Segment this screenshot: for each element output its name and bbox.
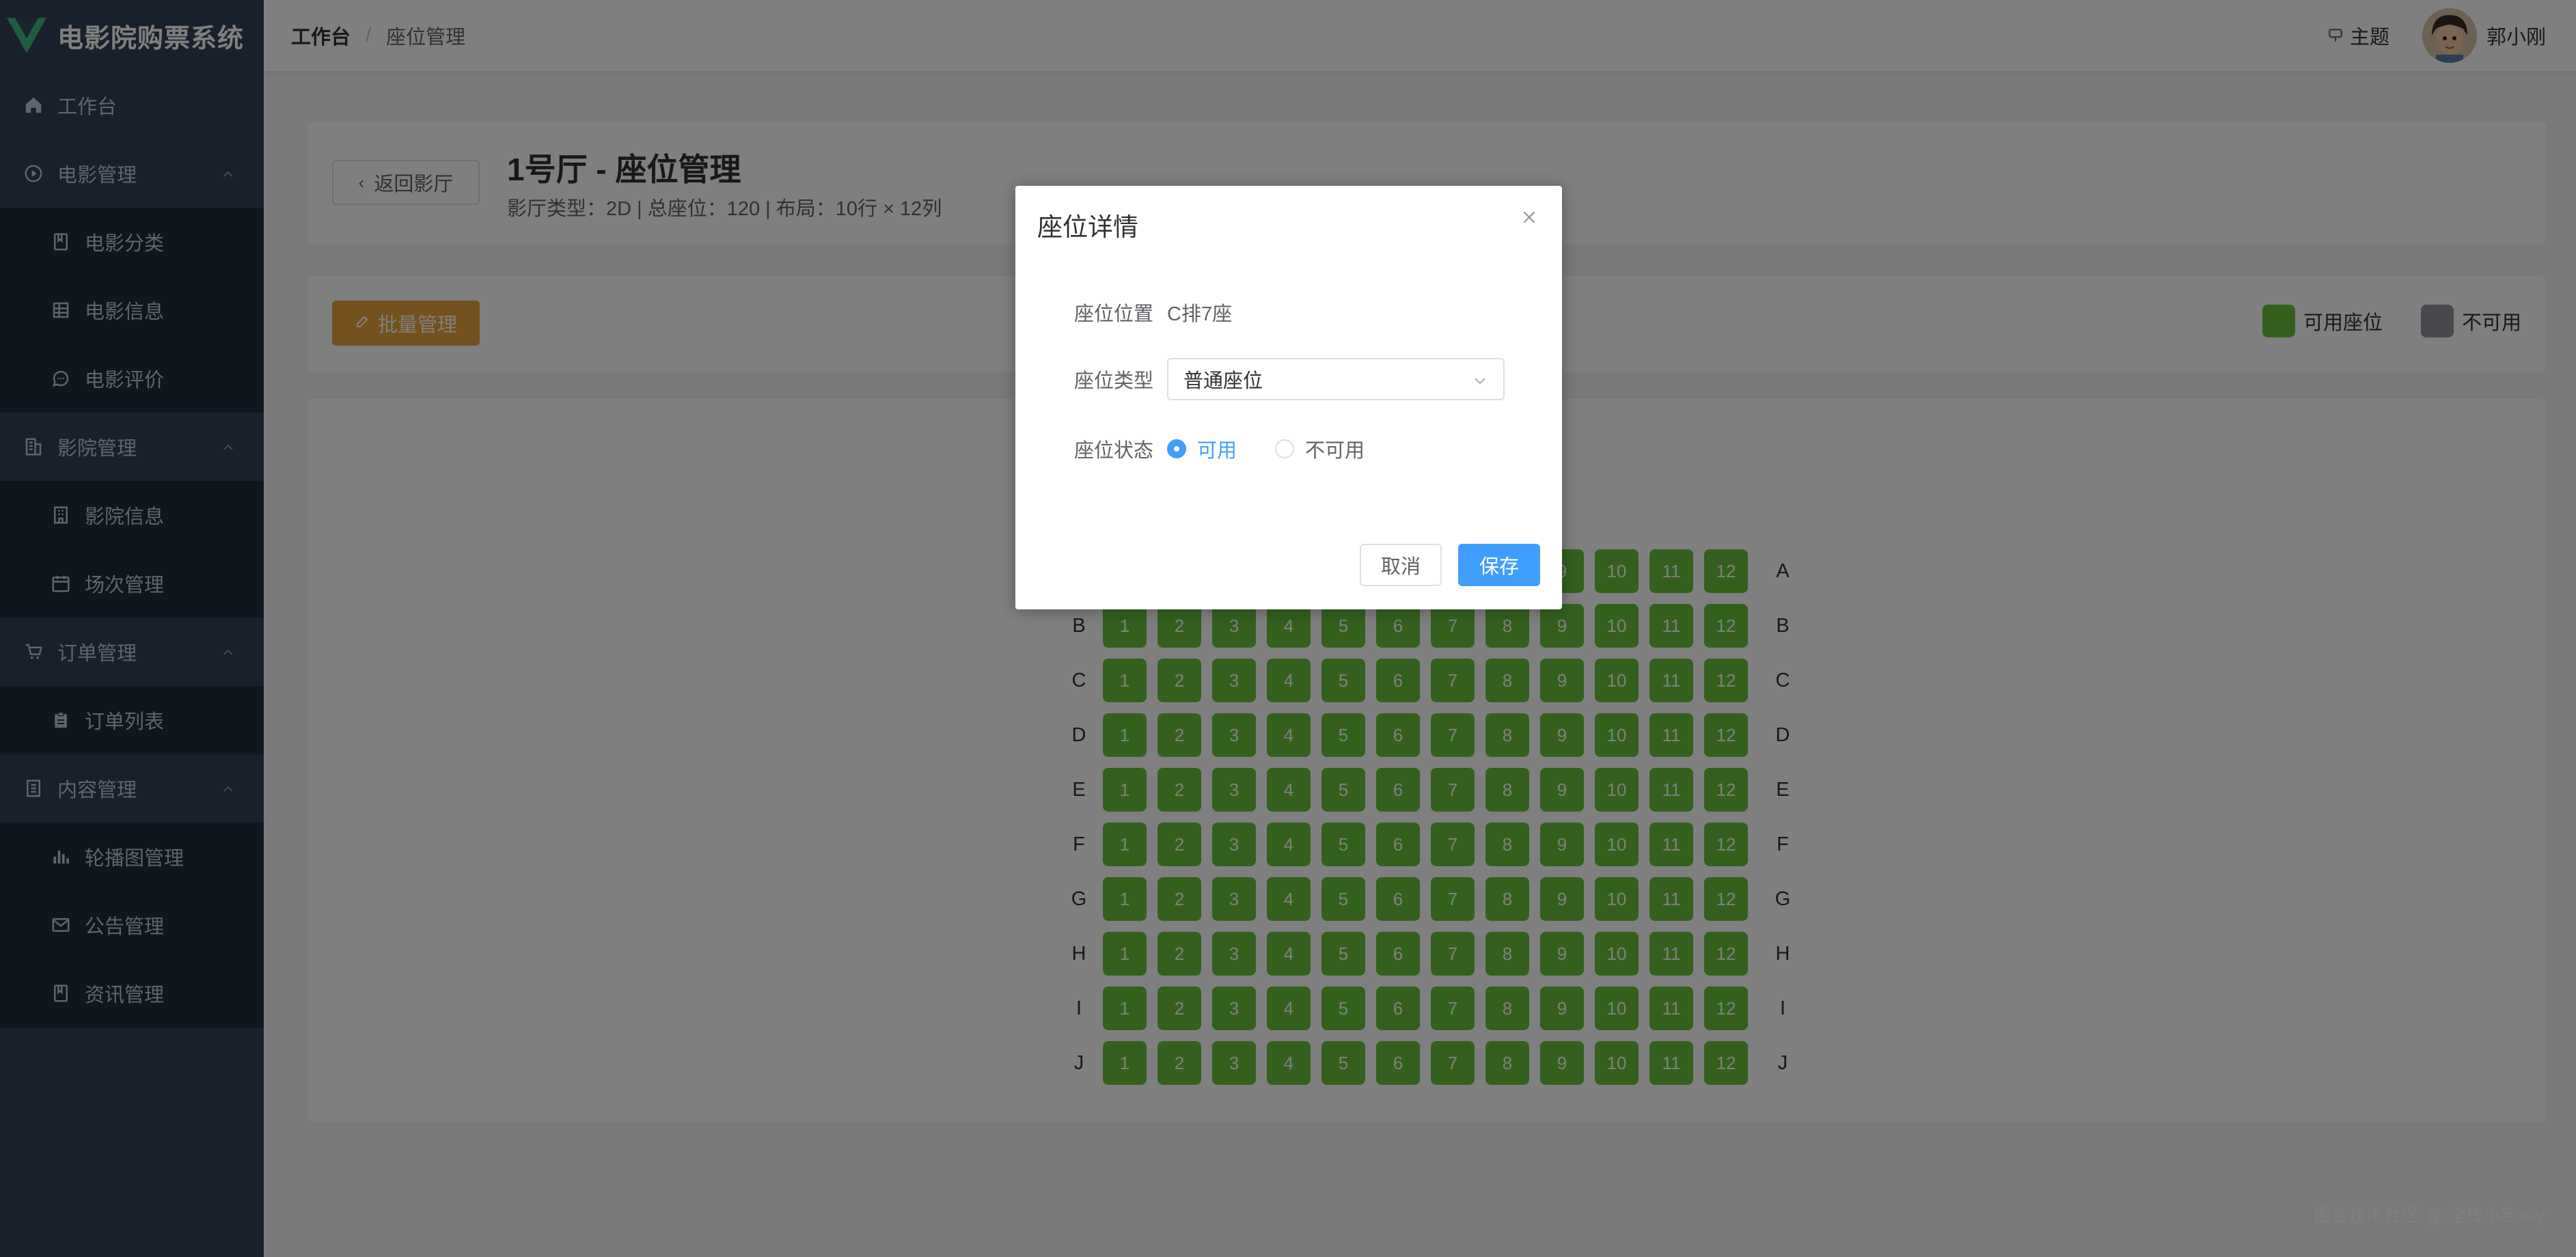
seat-status-label: 座位状态 (1073, 440, 1153, 462)
status-unavailable-label: 不可用 (1305, 440, 1365, 462)
seat-position-label: 座位位置 (1073, 303, 1153, 325)
status-available-label: 可用 (1197, 440, 1237, 462)
close-icon[interactable] (1517, 205, 1542, 230)
seat-position-row: 座位位置 C排7座 (1058, 298, 1232, 327)
status-available-radio[interactable]: 可用 (1167, 434, 1237, 463)
seat-type-value: 普通座位 (1183, 370, 1263, 392)
seat-position-value: C排7座 (1167, 303, 1233, 325)
status-unavailable-radio[interactable]: 不可用 (1275, 434, 1365, 463)
save-button[interactable]: 保存 (1458, 544, 1540, 586)
seat-status-row: 座位状态 可用 不可用 (1058, 434, 1403, 463)
seat-detail-dialog: 座位详情 座位位置 C排7座 座位类型 普通座位 座位状态 可用 不可用 取消 … (1015, 186, 1562, 609)
chevron-down-icon (1472, 372, 1488, 394)
radio-dot (1167, 439, 1186, 458)
seat-type-select[interactable]: 普通座位 (1167, 358, 1505, 400)
radio-dot (1275, 439, 1295, 458)
seat-type-row: 座位类型 普通座位 (1058, 358, 1505, 400)
seat-type-label: 座位类型 (1073, 370, 1153, 392)
cancel-button[interactable]: 取消 (1360, 544, 1442, 586)
dialog-title: 座位详情 (1037, 213, 1138, 241)
